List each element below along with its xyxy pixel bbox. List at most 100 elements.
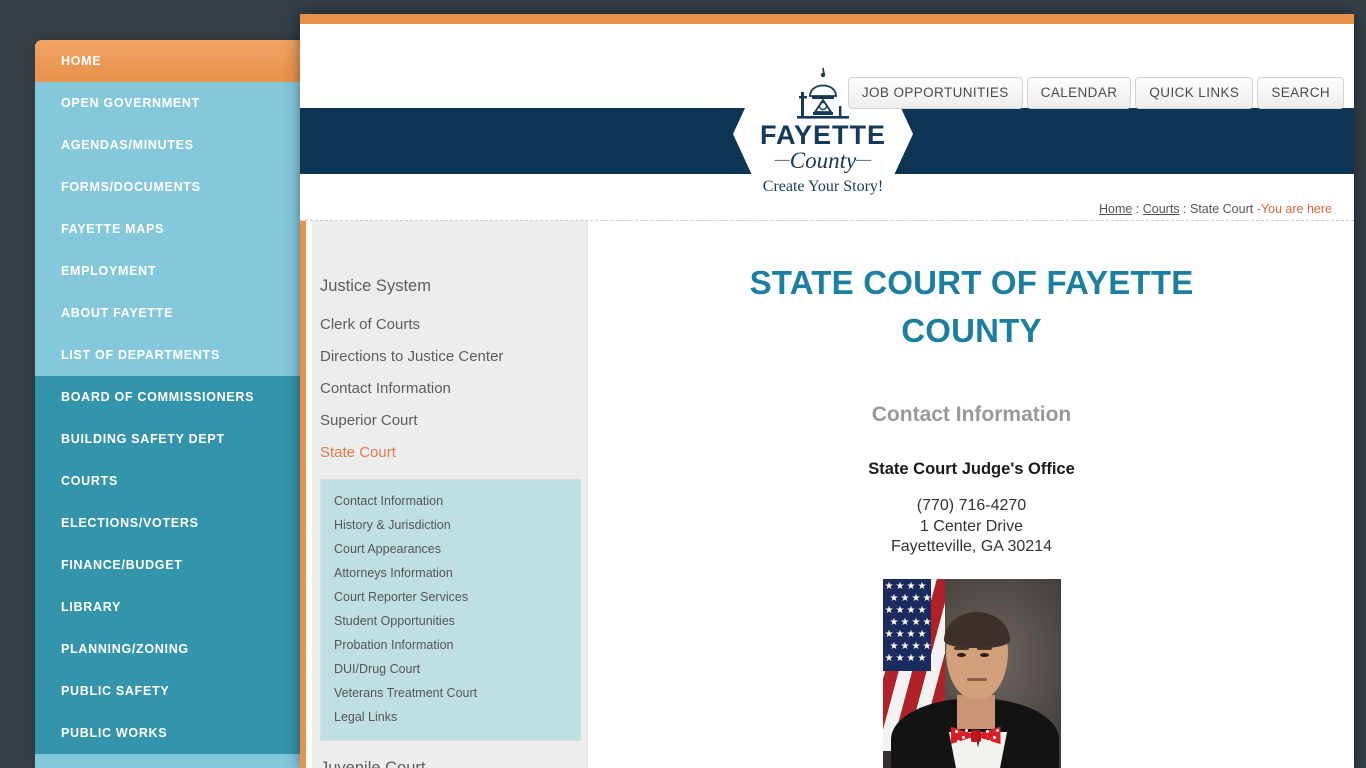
site-header: FAYETTE County Create Your Story! JOB OP…	[300, 24, 1354, 204]
submenu-item-dui-drug-court[interactable]: DUI/Drug Court	[321, 657, 580, 681]
flag-star: ★	[895, 628, 905, 640]
sidebar-item-building-safety-dept[interactable]: BUILDING SAFETY DEPT	[35, 418, 302, 460]
sidebar-item-forms-documents[interactable]: FORMS/DOCUMENTS	[35, 166, 302, 208]
section-link-state-court[interactable]: State Court	[320, 437, 587, 469]
submenu-item-probation-information[interactable]: Probation Information	[321, 633, 580, 657]
sidebar-item-open-government[interactable]: OPEN GOVERNMENT	[35, 82, 302, 124]
sidebar-item-library[interactable]: LIBRARY	[35, 586, 302, 628]
sidebar-item-courts[interactable]: COURTS	[35, 460, 302, 502]
eyebrow-left	[953, 646, 969, 650]
left-accent-rail	[300, 221, 306, 768]
logo-wordmark: FAYETTE	[759, 120, 887, 150]
search-button[interactable]: SEARCH	[1257, 77, 1344, 109]
header-quick-nav: JOB OPPORTUNITIES CALENDAR QUICK LINKS S…	[847, 77, 1344, 109]
contact-information-subtitle: Contact Information	[871, 403, 1072, 427]
sidebar-item-public-safety[interactable]: PUBLIC SAFETY	[35, 670, 302, 712]
logo-tagline: Create Your Story!	[762, 178, 884, 195]
contact-address-line-1: 1 Center Drive	[919, 517, 1024, 535]
sidebar-item-board-of-commissioners[interactable]: BOARD OF COMMISSIONERS	[35, 376, 302, 418]
flag-star: ★	[895, 604, 905, 616]
job-opportunities-button[interactable]: JOB OPPORTUNITIES	[847, 77, 1023, 109]
sidebar-item-agendas-minutes[interactable]: AGENDAS/MINUTES	[35, 124, 302, 166]
page-body: Justice System Clerk of Courts Direction…	[300, 221, 1354, 768]
section-nav-inner: Justice System Clerk of Courts Direction…	[312, 221, 587, 768]
bowtie-knot	[970, 729, 981, 742]
sidebar-item-elections-voters[interactable]: ELECTIONS/VOTERS	[35, 502, 302, 544]
flag-star: ★	[911, 640, 921, 652]
flag-star: ★	[906, 652, 916, 664]
sidebar-item-list-of-departments[interactable]: LIST OF DEPARTMENTS	[35, 334, 302, 376]
bowtie-polka-dot	[987, 739, 991, 743]
section-nav-heading: Justice System	[320, 277, 431, 295]
breadcrumb-separator-2: :	[1179, 202, 1190, 216]
sidebar-item-finance-budget[interactable]: FINANCE/BUDGET	[35, 544, 302, 586]
quick-links-button[interactable]: QUICK LINKS	[1135, 77, 1254, 109]
flag-star: ★	[917, 628, 927, 640]
flag-star: ★	[922, 616, 932, 628]
flag-star: ★	[884, 628, 894, 640]
flag-star: ★	[895, 580, 905, 592]
flag-star: ★	[906, 580, 916, 592]
breadcrumb-trail: Home : Courts : State Court -You are her…	[1099, 202, 1332, 216]
sidebar-item-home[interactable]: HOME	[35, 40, 302, 82]
flag-star: ★	[884, 580, 894, 592]
breadcrumb-current: State Court	[1190, 202, 1257, 216]
flag-star: ★	[922, 592, 932, 604]
bowtie-polka-dot	[992, 735, 996, 739]
section-link-contact-information[interactable]: Contact Information	[320, 373, 587, 405]
submenu-item-attorneys-information[interactable]: Attorneys Information	[321, 561, 580, 585]
flag-star: ★	[900, 640, 910, 652]
judge-portrait-photo: ★ ★ ★ ★ ★ ★ ★ ★ ★ ★ ★ ★ ★ ★ ★ ★ ★ ★ ★ ★ ★ ★ ★ ★ ★ ★ ★ ★	[882, 578, 1061, 768]
flag-star: ★	[884, 604, 894, 616]
flag-star: ★	[917, 580, 927, 592]
section-nav-column: Justice System Clerk of Courts Direction…	[312, 221, 588, 768]
page-title: STATE COURT OF FAYETTE COUNTY	[749, 264, 1194, 350]
submenu-item-veterans-treatment-court[interactable]: Veterans Treatment Court	[321, 681, 580, 705]
breadcrumb-link-home[interactable]: Home	[1099, 202, 1132, 216]
sidebar-item-employment[interactable]: EMPLOYMENT	[35, 250, 302, 292]
submenu-item-court-reporter-services[interactable]: Court Reporter Services	[321, 585, 580, 609]
flag-star: ★	[911, 616, 921, 628]
section-link-clerk-of-courts[interactable]: Clerk of Courts	[320, 309, 587, 341]
contact-address-line-2: Fayetteville, GA 30214	[891, 538, 1052, 556]
sidebar-item-fayette-maps[interactable]: FAYETTE MAPS	[35, 208, 302, 250]
submenu-item-history-jurisdiction[interactable]: History & Jurisdiction	[321, 513, 580, 537]
bowtie-polka-dot	[985, 729, 989, 733]
office-name: State Court Judge's Office	[868, 460, 1075, 479]
flag-star: ★	[900, 592, 910, 604]
section-link-superior-court[interactable]: Superior Court	[320, 405, 587, 437]
calendar-button[interactable]: CALENDAR	[1026, 77, 1132, 109]
eye-left	[956, 652, 966, 657]
submenu-item-contact-information[interactable]: Contact Information	[321, 489, 580, 513]
submenu-item-student-opportunities[interactable]: Student Opportunities	[321, 609, 580, 633]
bow-tie-icon	[950, 725, 1001, 746]
section-link-juvenile-court[interactable]: Juvenile Court	[320, 741, 587, 768]
eyebrow-right	[976, 646, 992, 650]
flag-star: ★	[911, 592, 921, 604]
bowtie-polka-dot	[961, 735, 965, 739]
state-court-submenu: Contact Information History & Jurisdicti…	[320, 479, 581, 741]
submenu-item-court-appearances[interactable]: Court Appearances	[321, 537, 580, 561]
mouth	[966, 677, 987, 681]
breadcrumb-link-courts[interactable]: Courts	[1143, 202, 1180, 216]
flag-star: ★	[900, 616, 910, 628]
logo-script-county: County	[733, 148, 913, 174]
bowtie-polka-dot	[956, 739, 960, 743]
bowtie-polka-dot	[995, 728, 999, 732]
flag-star: ★	[889, 592, 899, 604]
sidebar-item-public-works[interactable]: PUBLIC WORKS	[35, 712, 302, 754]
page-window: FAYETTE County Create Your Story! JOB OP…	[300, 14, 1354, 768]
section-link-directions-to-justice-center[interactable]: Directions to Justice Center	[320, 341, 587, 373]
courthouse-cupola-icon	[797, 67, 849, 119]
submenu-item-legal-links[interactable]: Legal Links	[321, 705, 580, 729]
eye-right	[979, 652, 989, 657]
sidebar-item-planning-zoning[interactable]: PLANNING/ZONING	[35, 628, 302, 670]
contact-phone: (770) 716-4270	[916, 497, 1027, 515]
flag-star: ★	[895, 652, 905, 664]
bowtie-wing-left	[950, 726, 972, 745]
sidebar-item-about-fayette[interactable]: ABOUT FAYETTE	[35, 292, 302, 334]
neck	[956, 694, 995, 729]
flag-star: ★	[906, 628, 916, 640]
main-content: STATE COURT OF FAYETTE COUNTY Contact In…	[589, 221, 1354, 768]
breadcrumb-you-are-here: -You are here	[1256, 202, 1332, 216]
